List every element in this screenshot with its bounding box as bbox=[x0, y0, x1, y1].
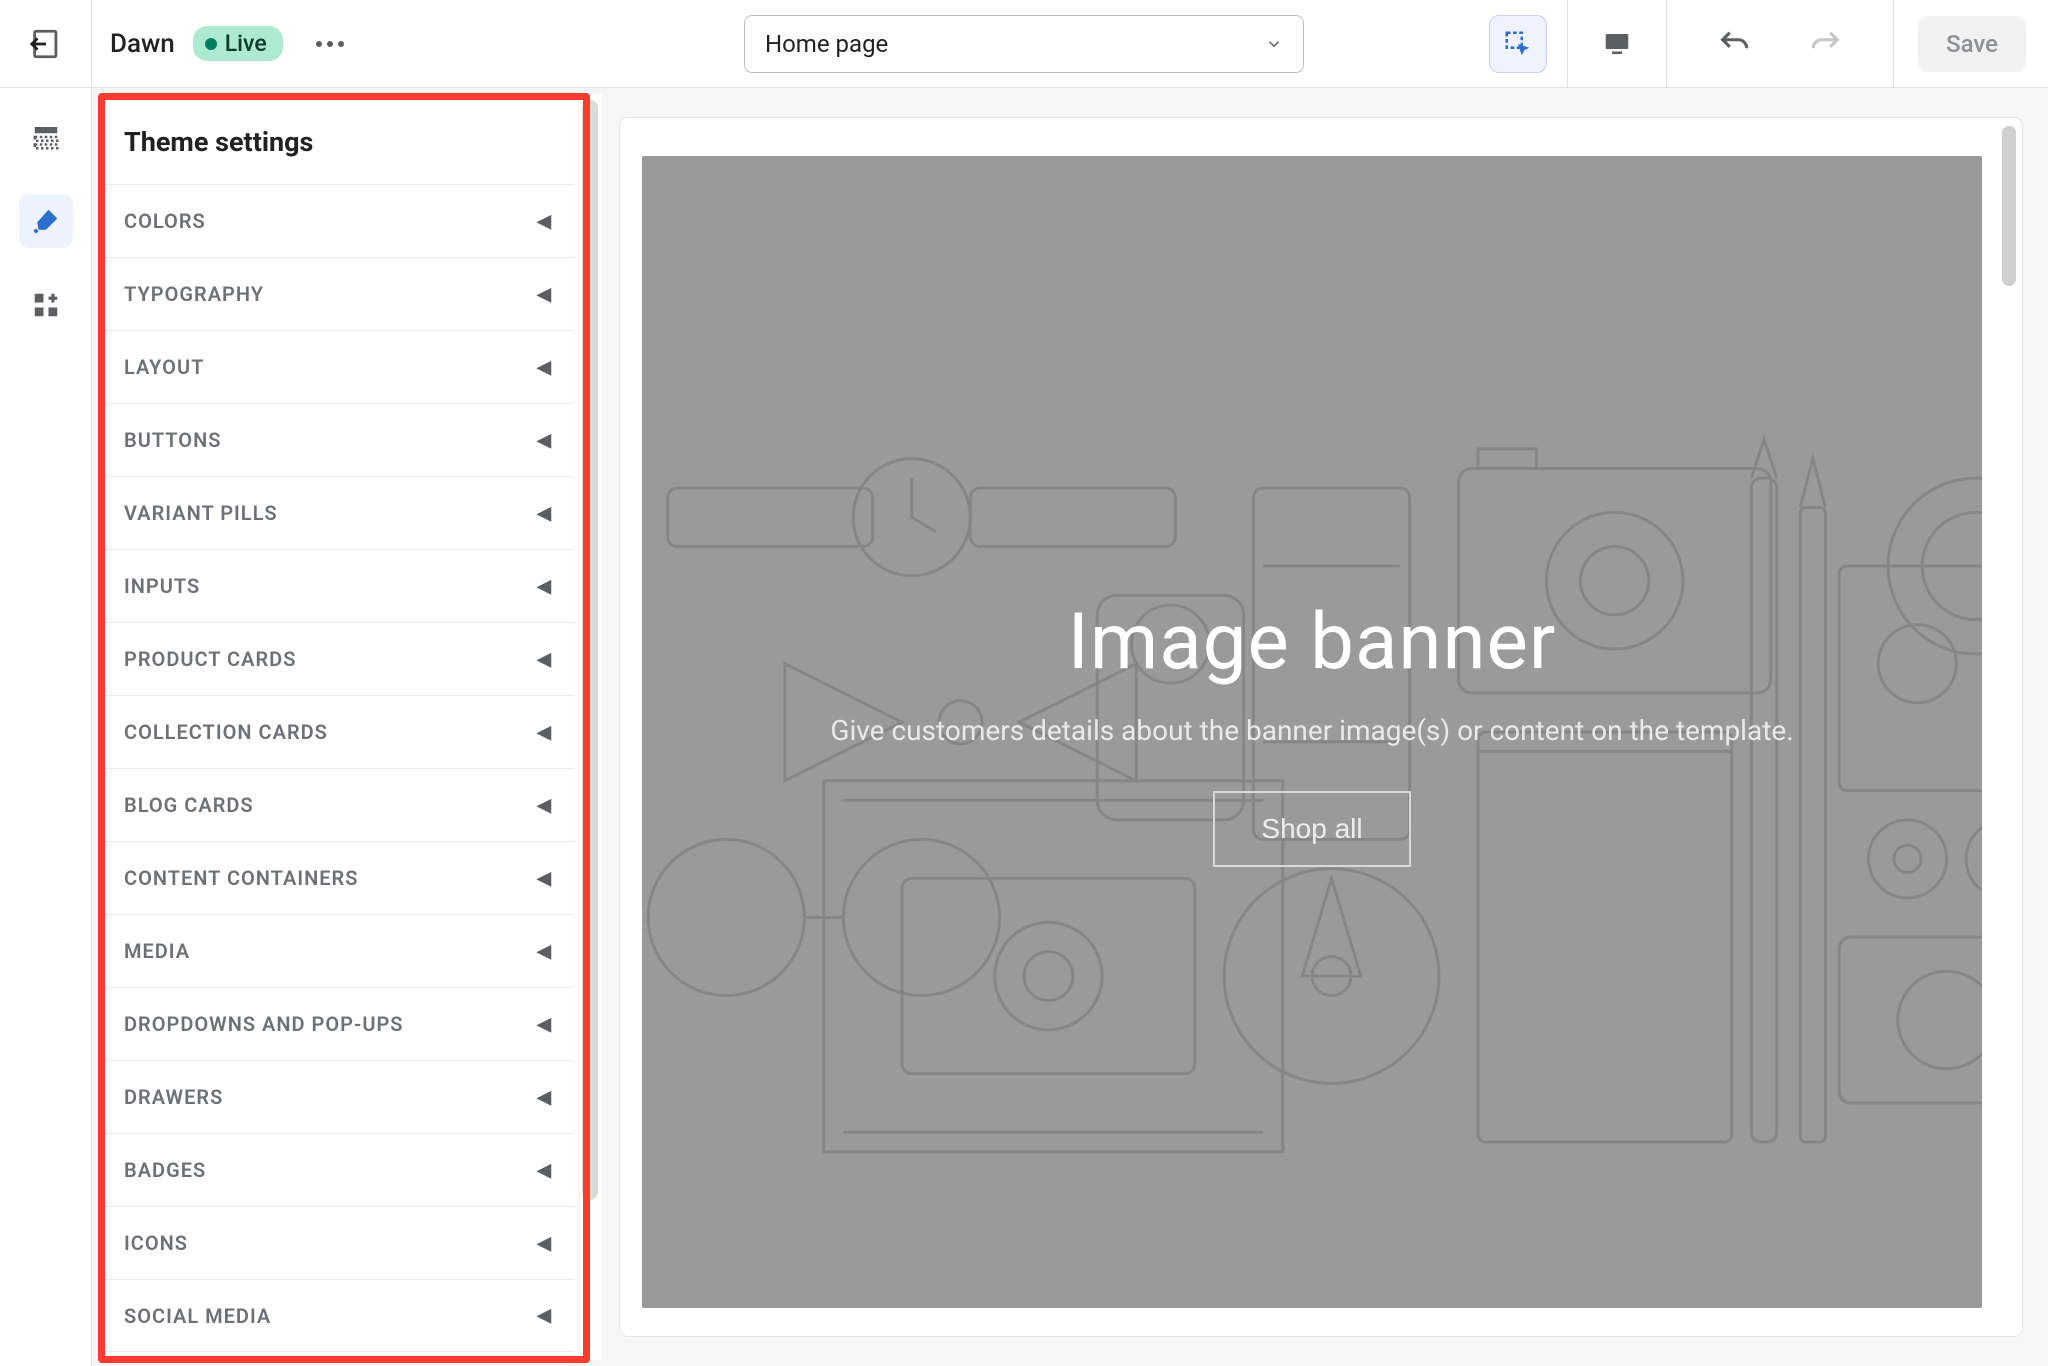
caret-left-icon: ◀ bbox=[537, 1233, 552, 1254]
status-badge: Live bbox=[193, 26, 283, 61]
caret-left-icon: ◀ bbox=[537, 284, 552, 305]
theme-settings-title: Theme settings bbox=[102, 94, 574, 184]
setting-label: CONTENT CONTAINERS bbox=[124, 866, 358, 890]
caret-left-icon: ◀ bbox=[537, 357, 552, 378]
status-label: Live bbox=[225, 30, 267, 57]
caret-left-icon: ◀ bbox=[537, 430, 552, 451]
sidebar-scrollbar-thumb[interactable] bbox=[582, 100, 598, 1200]
top-bar: Dawn Live Home page bbox=[0, 0, 2048, 88]
setting-group-media[interactable]: MEDIA ◀ bbox=[102, 914, 574, 987]
main-area: Theme settings COLORS ◀ TYPOGRAPHY ◀ LAYOU… bbox=[0, 88, 2048, 1366]
setting-group-layout[interactable]: LAYOUT ◀ bbox=[102, 330, 574, 403]
setting-group-product-cards[interactable]: PRODUCT CARDS ◀ bbox=[102, 622, 574, 695]
desktop-icon bbox=[1602, 29, 1632, 59]
caret-left-icon: ◀ bbox=[537, 868, 552, 889]
status-dot-icon bbox=[205, 38, 217, 50]
setting-label: SOCIAL MEDIA bbox=[124, 1304, 271, 1328]
theme-name: Dawn bbox=[110, 29, 175, 59]
rail-sections-button[interactable] bbox=[19, 110, 73, 164]
caret-left-icon: ◀ bbox=[537, 576, 552, 597]
toolbar-divider bbox=[1666, 0, 1667, 88]
caret-left-icon: ◀ bbox=[537, 211, 552, 232]
setting-group-icons[interactable]: ICONS ◀ bbox=[102, 1206, 574, 1279]
sidebar-panel-container: Theme settings COLORS ◀ TYPOGRAPHY ◀ LAYOU… bbox=[92, 88, 602, 1366]
caret-left-icon: ◀ bbox=[537, 1014, 552, 1035]
image-banner-section[interactable]: Image banner Give customers details abou… bbox=[642, 156, 1982, 1308]
more-icon bbox=[316, 41, 344, 47]
setting-label: TYPOGRAPHY bbox=[124, 282, 264, 306]
sidebar-scroll[interactable]: Theme settings COLORS ◀ TYPOGRAPHY ◀ LAYOU… bbox=[102, 94, 602, 1360]
left-rail bbox=[0, 88, 92, 1366]
right-toolbar: Save bbox=[1483, 0, 2048, 87]
inspector-icon bbox=[1503, 29, 1533, 59]
preview-canvas[interactable]: Image banner Give customers details abou… bbox=[620, 118, 2022, 1336]
caret-left-icon: ◀ bbox=[537, 649, 552, 670]
setting-label: ICONS bbox=[124, 1231, 188, 1255]
caret-left-icon: ◀ bbox=[537, 503, 552, 524]
caret-left-icon: ◀ bbox=[537, 941, 552, 962]
setting-label: VARIANT PILLS bbox=[124, 501, 278, 525]
chevron-down-icon bbox=[1265, 35, 1283, 53]
setting-label: DROPDOWNS AND POP-UPS bbox=[124, 1012, 404, 1036]
setting-group-blog-cards[interactable]: BLOG CARDS ◀ bbox=[102, 768, 574, 841]
rail-theme-settings-button[interactable] bbox=[19, 194, 73, 248]
caret-left-icon: ◀ bbox=[537, 722, 552, 743]
caret-left-icon: ◀ bbox=[537, 1305, 552, 1326]
inspector-toggle[interactable] bbox=[1489, 15, 1547, 73]
setting-group-variant-pills[interactable]: VARIANT PILLS ◀ bbox=[102, 476, 574, 549]
setting-group-social-media[interactable]: SOCIAL MEDIA ◀ bbox=[102, 1279, 574, 1352]
preview-area: Image banner Give customers details abou… bbox=[602, 88, 2048, 1366]
undo-button[interactable] bbox=[1705, 15, 1763, 73]
caret-left-icon: ◀ bbox=[537, 795, 552, 816]
redo-button[interactable] bbox=[1797, 15, 1855, 73]
setting-label: COLORS bbox=[124, 209, 206, 233]
setting-group-inputs[interactable]: INPUTS ◀ bbox=[102, 549, 574, 622]
sections-icon bbox=[31, 122, 61, 152]
banner-title: Image banner bbox=[1068, 597, 1557, 688]
more-actions-button[interactable] bbox=[305, 19, 355, 69]
setting-group-colors[interactable]: COLORS ◀ bbox=[102, 184, 574, 257]
toolbar-divider bbox=[1567, 0, 1568, 88]
page-selector-value: Home page bbox=[765, 30, 888, 58]
redo-icon bbox=[1809, 27, 1843, 61]
setting-group-drawers[interactable]: DRAWERS ◀ bbox=[102, 1060, 574, 1133]
caret-left-icon: ◀ bbox=[537, 1087, 552, 1108]
banner-cta-button[interactable]: Shop all bbox=[1213, 791, 1410, 867]
setting-label: PRODUCT CARDS bbox=[124, 647, 296, 671]
paintbrush-icon bbox=[31, 206, 61, 236]
apps-icon bbox=[31, 290, 61, 320]
toolbar-divider bbox=[1893, 0, 1894, 88]
theme-settings-panel: Theme settings COLORS ◀ TYPOGRAPHY ◀ LAYOU… bbox=[102, 94, 602, 1360]
setting-group-dropdowns[interactable]: DROPDOWNS AND POP-UPS ◀ bbox=[102, 987, 574, 1060]
exit-icon bbox=[29, 27, 63, 61]
setting-label: BADGES bbox=[124, 1158, 206, 1182]
banner-subtitle: Give customers details about the banner … bbox=[830, 714, 1793, 747]
setting-label: COLLECTION CARDS bbox=[124, 720, 328, 744]
page-selector[interactable]: Home page bbox=[744, 15, 1304, 73]
setting-group-content-containers[interactable]: CONTENT CONTAINERS ◀ bbox=[102, 841, 574, 914]
rail-apps-button[interactable] bbox=[19, 278, 73, 332]
setting-group-buttons[interactable]: BUTTONS ◀ bbox=[102, 403, 574, 476]
setting-label: INPUTS bbox=[124, 574, 200, 598]
device-preview-button[interactable] bbox=[1588, 15, 1646, 73]
setting-group-badges[interactable]: BADGES ◀ bbox=[102, 1133, 574, 1206]
setting-label: BUTTONS bbox=[124, 428, 221, 452]
setting-group-collection-cards[interactable]: COLLECTION CARDS ◀ bbox=[102, 695, 574, 768]
caret-left-icon: ◀ bbox=[537, 1160, 552, 1181]
setting-label: LAYOUT bbox=[124, 355, 204, 379]
setting-label: DRAWERS bbox=[124, 1085, 223, 1109]
setting-group-typography[interactable]: TYPOGRAPHY ◀ bbox=[102, 257, 574, 330]
preview-scrollbar-thumb[interactable] bbox=[2002, 126, 2016, 286]
exit-button[interactable] bbox=[0, 0, 92, 87]
setting-label: MEDIA bbox=[124, 939, 190, 963]
save-button[interactable]: Save bbox=[1918, 16, 2026, 72]
setting-label: BLOG CARDS bbox=[124, 793, 254, 817]
undo-icon bbox=[1717, 27, 1751, 61]
